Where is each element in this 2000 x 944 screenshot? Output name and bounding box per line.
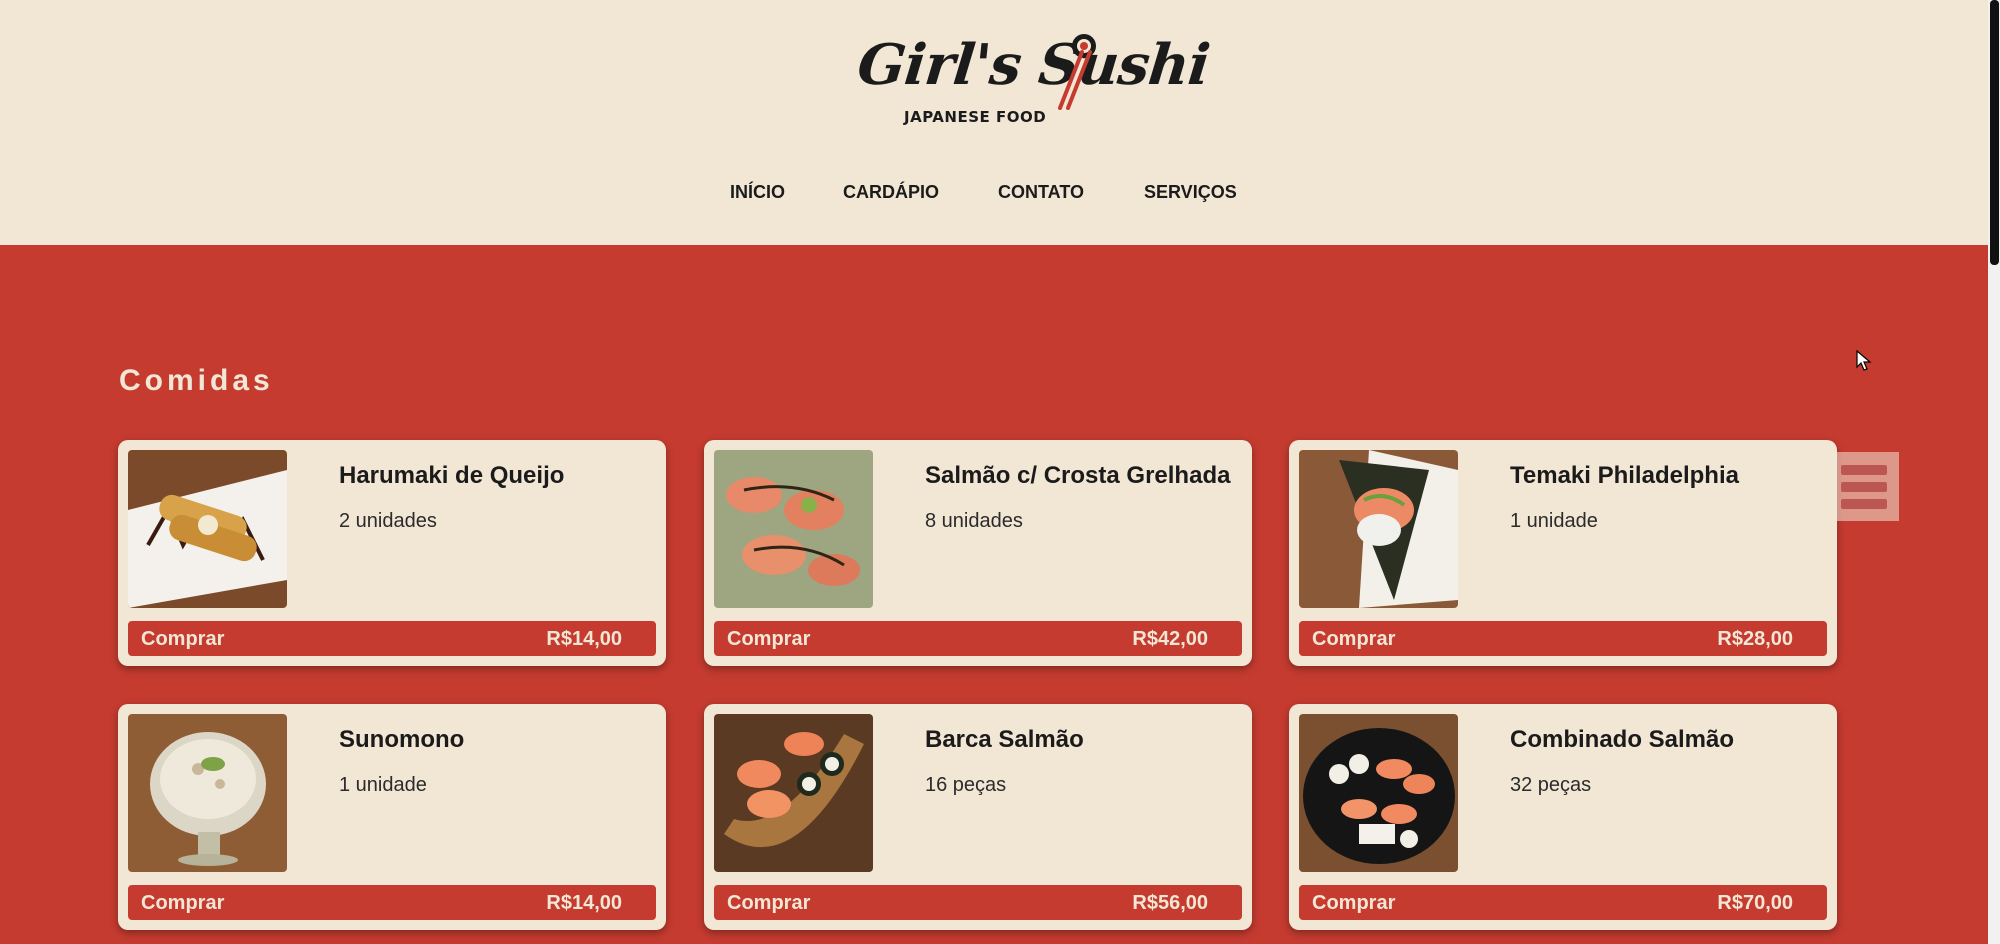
product-image xyxy=(128,714,287,872)
nav-item-cardapio[interactable]: CARDÁPIO xyxy=(843,182,939,203)
main-nav: INÍCIO CARDÁPIO CONTATO SERVIÇOS xyxy=(0,182,1988,210)
product-price: R$56,00 xyxy=(1132,892,1208,914)
buy-button[interactable]: Comprar R$14,00 xyxy=(128,885,656,920)
buy-label: Comprar xyxy=(727,628,811,650)
product-price: R$28,00 xyxy=(1717,628,1793,650)
product-price: R$70,00 xyxy=(1717,892,1793,914)
buy-label: Comprar xyxy=(1312,892,1396,914)
product-name: Barca Salmão xyxy=(925,726,1084,753)
product-name: Combinado Salmão xyxy=(1510,726,1735,753)
buy-button[interactable]: Comprar R$14,00 xyxy=(128,621,656,656)
site-logo[interactable]: Girl's Sushi JAPANESE FOOD xyxy=(855,32,1213,132)
buy-button[interactable]: Comprar R$70,00 xyxy=(1299,885,1827,920)
section-title: Comidas xyxy=(119,364,274,397)
product-name: Sunomono xyxy=(339,726,465,753)
product-card: Barca Salmão 16 peças Comprar R$56,00 xyxy=(704,704,1252,930)
product-quantity: 2 unidades xyxy=(339,510,437,532)
product-image xyxy=(714,714,873,872)
logo-subtitle: JAPANESE FOOD xyxy=(904,108,1047,126)
buy-label: Comprar xyxy=(141,892,225,914)
buy-button[interactable]: Comprar R$42,00 xyxy=(714,621,1242,656)
sushi-chopsticks-icon xyxy=(1058,34,1096,110)
product-card: Sunomono 1 unidade Comprar R$14,00 xyxy=(118,704,666,930)
nav-item-inicio[interactable]: INÍCIO xyxy=(730,182,785,203)
product-quantity: 1 unidade xyxy=(1510,510,1598,532)
product-image xyxy=(1299,714,1458,872)
hamburger-menu-icon[interactable] xyxy=(1831,452,1899,521)
buy-label: Comprar xyxy=(141,628,225,650)
site-header: Girl's Sushi JAPANESE FOOD INÍCIO CARDÁP… xyxy=(0,0,1988,245)
nav-item-contato[interactable]: CONTATO xyxy=(998,182,1084,203)
product-image xyxy=(128,450,287,608)
product-quantity: 1 unidade xyxy=(339,774,427,796)
buy-button[interactable]: Comprar R$56,00 xyxy=(714,885,1242,920)
product-card: Harumaki de Queijo 2 unidades Comprar R$… xyxy=(118,440,666,666)
product-name: Harumaki de Queijo xyxy=(339,462,565,489)
nav-item-servicos[interactable]: SERVIÇOS xyxy=(1144,182,1237,203)
product-price: R$14,00 xyxy=(546,892,622,914)
product-card: Combinado Salmão 32 peças Comprar R$70,0… xyxy=(1289,704,1837,930)
product-quantity: 32 peças xyxy=(1510,774,1592,796)
product-price: R$14,00 xyxy=(546,628,622,650)
product-card: Temaki Philadelphia 1 unidade Comprar R$… xyxy=(1289,440,1837,666)
product-image xyxy=(1299,450,1458,608)
product-card: Salmão c/ Crosta Grelhada 8 unidades Com… xyxy=(704,440,1252,666)
scrollbar-thumb[interactable] xyxy=(1990,0,1999,265)
menu-bar xyxy=(1841,499,1887,509)
product-image xyxy=(714,450,873,608)
product-quantity: 16 peças xyxy=(925,774,1007,796)
product-name: Temaki Philadelphia xyxy=(1510,462,1739,489)
buy-label: Comprar xyxy=(1312,628,1396,650)
menu-bar xyxy=(1841,482,1887,492)
logo-wordmark: Girl's Sushi xyxy=(854,32,1213,98)
product-price: R$42,00 xyxy=(1132,628,1208,650)
mouse-cursor-icon xyxy=(1856,350,1872,371)
buy-label: Comprar xyxy=(727,892,811,914)
menu-bar xyxy=(1841,465,1887,475)
buy-button[interactable]: Comprar R$28,00 xyxy=(1299,621,1827,656)
product-name: Salmão c/ Crosta Grelhada xyxy=(925,462,1231,489)
product-quantity: 8 unidades xyxy=(925,510,1023,532)
